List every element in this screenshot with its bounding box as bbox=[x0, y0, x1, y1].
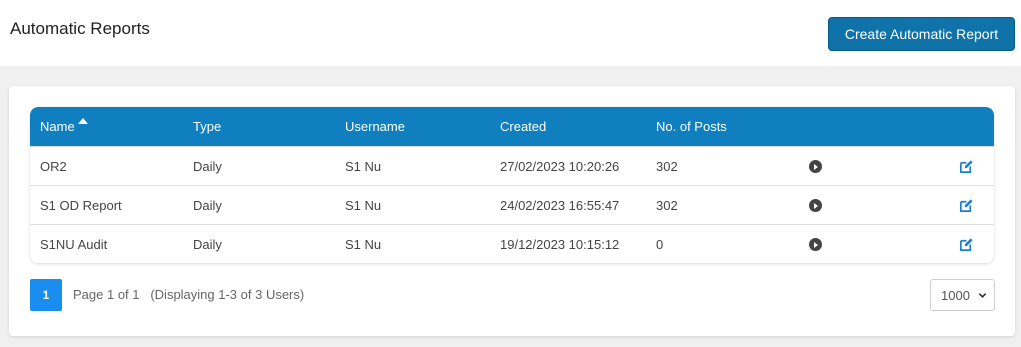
column-header-created[interactable]: Created bbox=[500, 107, 546, 146]
column-header-type[interactable]: Type bbox=[193, 107, 221, 146]
cell-created: 24/02/2023 16:55:47 bbox=[500, 198, 620, 213]
cell-name: OR2 bbox=[40, 159, 67, 174]
cell-username: S1 Nu bbox=[345, 159, 382, 174]
top-bar: Automatic Reports Create Automatic Repor… bbox=[0, 0, 1021, 66]
table-row: S1NU Audit Daily S1 Nu 19/12/2023 10:15:… bbox=[30, 224, 994, 263]
play-icon[interactable] bbox=[809, 199, 822, 212]
column-header-name[interactable]: Name bbox=[40, 107, 88, 146]
column-header-username[interactable]: Username bbox=[345, 107, 405, 146]
cell-username: S1 Nu bbox=[345, 198, 382, 213]
page-size-value: 1000 bbox=[941, 287, 970, 303]
cell-name: S1 OD Report bbox=[40, 198, 122, 213]
edit-icon[interactable] bbox=[959, 198, 974, 213]
table-row: OR2 Daily S1 Nu 27/02/2023 10:20:26 302 bbox=[30, 146, 994, 185]
column-header-posts[interactable]: No. of Posts bbox=[656, 107, 727, 146]
page-info: Page 1 of 1 (Displaying 1-3 of 3 Users) bbox=[73, 287, 305, 302]
cell-name: S1NU Audit bbox=[40, 237, 108, 252]
reports-table: Name Type Username Created No. of Posts … bbox=[30, 107, 994, 263]
table-header: Name Type Username Created No. of Posts bbox=[30, 107, 994, 146]
play-icon[interactable] bbox=[809, 238, 822, 251]
cell-type: Daily bbox=[193, 237, 222, 252]
edit-icon[interactable] bbox=[959, 159, 974, 174]
chevron-down-icon bbox=[978, 293, 987, 298]
play-icon[interactable] bbox=[809, 160, 822, 173]
cell-type: Daily bbox=[193, 159, 222, 174]
pagination: 1 Page 1 of 1 (Displaying 1-3 of 3 Users… bbox=[30, 279, 995, 312]
page-title: Automatic Reports bbox=[10, 19, 150, 38]
cell-posts: 302 bbox=[656, 159, 678, 174]
sort-ascending-icon bbox=[77, 118, 88, 124]
cell-posts: 302 bbox=[656, 198, 678, 213]
table-row: S1 OD Report Daily S1 Nu 24/02/2023 16:5… bbox=[30, 185, 994, 224]
edit-icon[interactable] bbox=[959, 237, 974, 252]
page-size-select[interactable]: 1000 bbox=[930, 279, 995, 311]
cell-created: 19/12/2023 10:15:12 bbox=[500, 237, 620, 252]
cell-posts: 0 bbox=[656, 237, 664, 252]
page-button-current[interactable]: 1 bbox=[30, 279, 62, 311]
reports-card: Name Type Username Created No. of Posts … bbox=[9, 86, 1015, 336]
cell-type: Daily bbox=[193, 198, 222, 213]
create-automatic-report-button[interactable]: Create Automatic Report bbox=[828, 17, 1015, 51]
cell-created: 27/02/2023 10:20:26 bbox=[500, 159, 620, 174]
cell-username: S1 Nu bbox=[345, 237, 382, 252]
